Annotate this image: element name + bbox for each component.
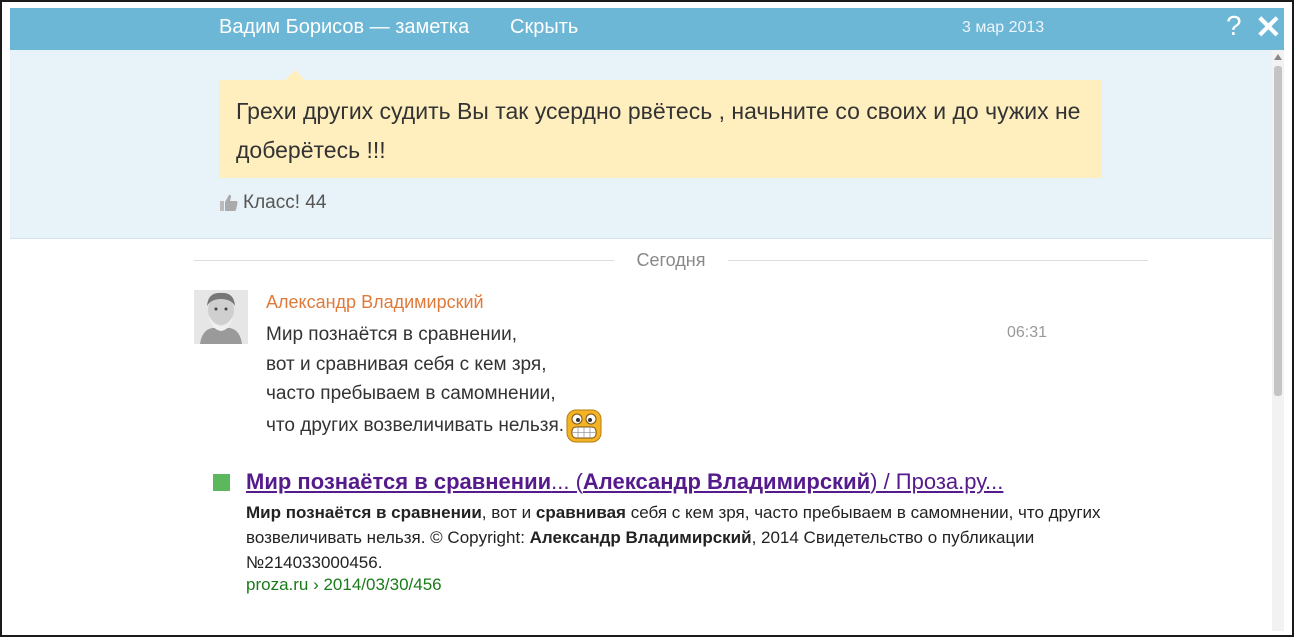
note-date: 3 мар 2013 — [962, 19, 1045, 36]
klass-label: Класс! 44 — [243, 192, 327, 213]
comment-line: часто пребываем в самомнении, — [266, 383, 556, 404]
avatar[interactable] — [194, 290, 248, 344]
result-snippet: Мир познаётся в сравнении, вот и сравнив… — [246, 503, 1101, 572]
note-area: Грехи других судить Вы так усердно рвёте… — [10, 50, 1272, 239]
note-panel: Вадим Борисов — заметка Скрыть 3 мар 201… — [10, 8, 1284, 631]
comment-time: 06:31 — [1007, 324, 1048, 341]
comment-line: Мир познаётся в сравнении, — [266, 324, 517, 345]
hide-button[interactable]: Скрыть — [510, 16, 578, 39]
note-title-link[interactable]: Вадим Борисов — заметка — [219, 16, 469, 39]
scroll-up-arrow-icon[interactable] — [1274, 54, 1282, 60]
note-bubble: Грехи других судить Вы так усердно рвёте… — [219, 80, 1102, 178]
grin-smiley-icon — [566, 409, 602, 442]
divider-line-left — [194, 260, 614, 261]
comment-text: Мир познаётся в сравнении, вот и сравнив… — [266, 320, 602, 443]
comment-line: что других возвеличивать нельзя. — [266, 414, 565, 436]
klass-button[interactable]: Класс! 44 — [219, 192, 326, 214]
close-icon[interactable]: ✕ — [1255, 8, 1282, 46]
note-text: Грехи других судить Вы так усердно рвёте… — [236, 98, 1081, 163]
comment-author[interactable]: Александр Владимирский — [266, 292, 484, 313]
comment-line-last: что других возвеличивать нельзя. — [266, 409, 602, 443]
bubble-tail — [285, 70, 305, 80]
help-icon[interactable]: ? — [1226, 10, 1242, 42]
note-window: Вадим Борисов — заметка Скрыть 3 мар 201… — [0, 0, 1294, 637]
header-bar: Вадим Борисов — заметка Скрыть 3 мар 201… — [10, 8, 1284, 50]
thumbs-up-icon — [220, 194, 238, 211]
result-favicon-icon — [213, 474, 230, 491]
date-divider-label: Сегодня — [636, 250, 706, 270]
scroll-thumb[interactable] — [1274, 66, 1282, 396]
divider-line-right — [728, 260, 1148, 261]
comment-line: вот и сравнивая себя с кем зря, — [266, 353, 547, 375]
result-title-link[interactable]: Мир познаётся в сравнении... (Александр … — [246, 469, 1003, 495]
scrollbar[interactable] — [1272, 50, 1284, 631]
result-url[interactable]: proza.ru › 2014/03/30/456 — [246, 575, 442, 595]
